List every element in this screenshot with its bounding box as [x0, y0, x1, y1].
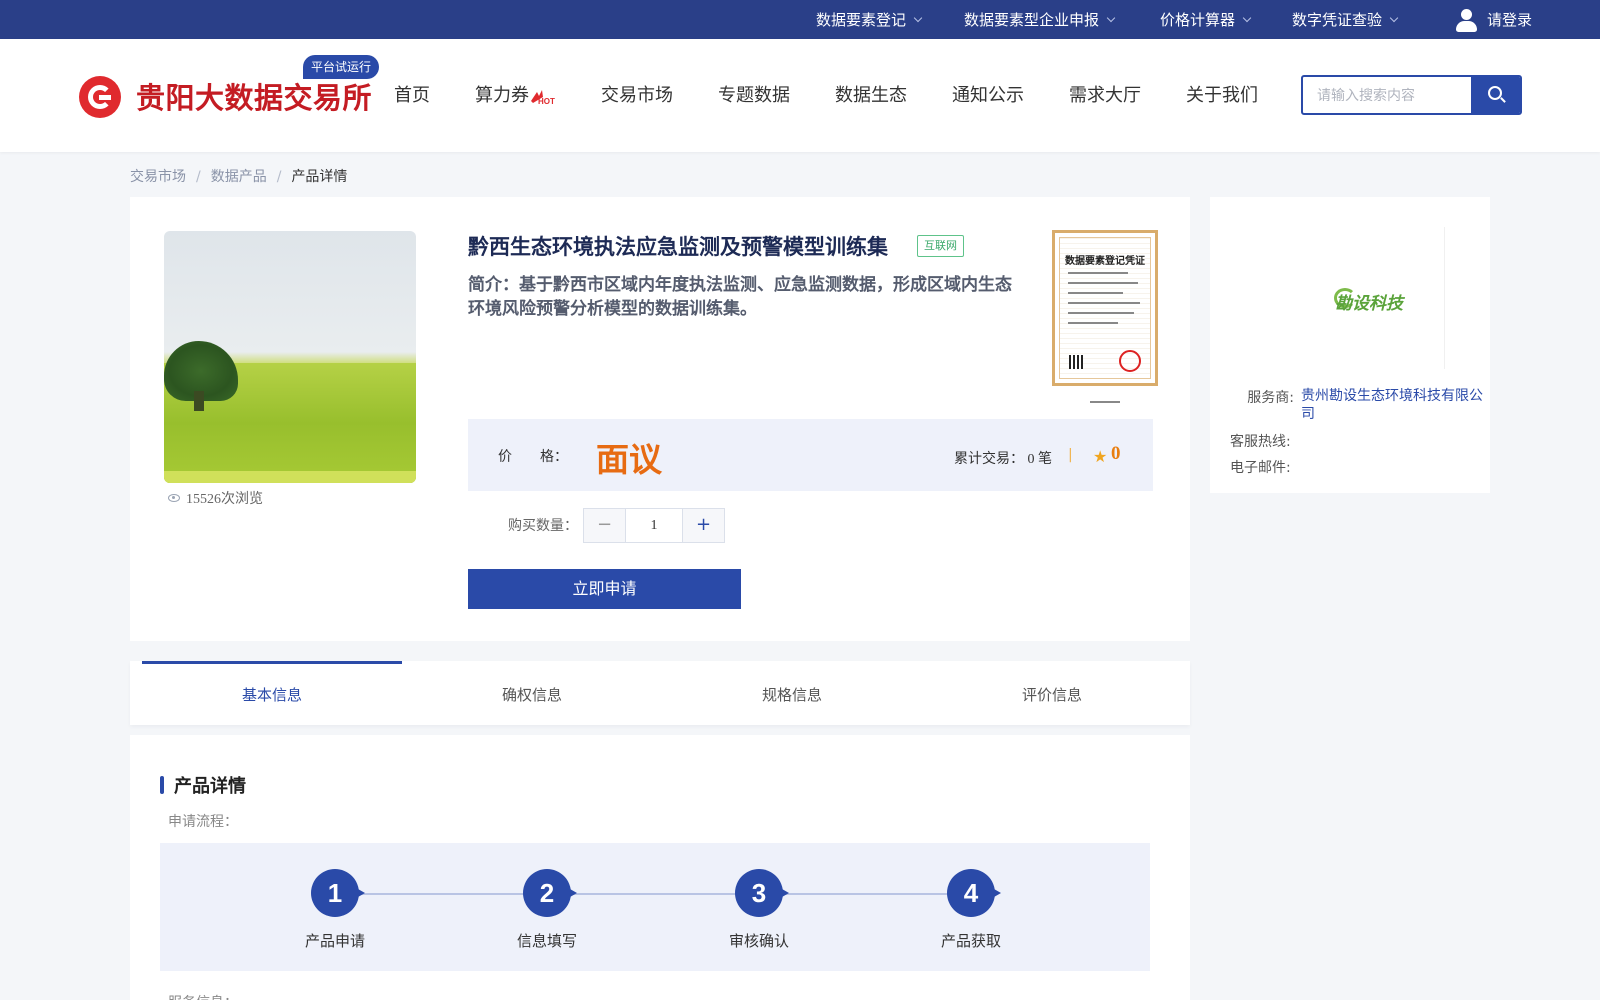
product-detail-section: 产品详情 申请流程： 1 产品申请 2 信息填写 3 审核确认 4 产品获取 服… [130, 735, 1190, 1000]
topnav-price-calculator[interactable]: 价格计算器 [1160, 0, 1252, 39]
logo-icon[interactable] [79, 76, 121, 118]
search-button[interactable] [1471, 77, 1520, 113]
chevron-down-icon [1242, 13, 1252, 22]
topnav-data-registration[interactable]: 数据要素登记 [816, 0, 923, 39]
site-logo-text[interactable]: 贵阳大数据交易所 [136, 75, 372, 117]
company-logo: 勘设科技 [1230, 227, 1445, 369]
nav-data-ecosystem[interactable]: 数据生态 [835, 39, 907, 152]
topnav-label: 价格计算器 [1160, 11, 1236, 29]
tab-spec-info[interactable]: 规格信息 [662, 661, 922, 725]
topnav-enterprise-declare[interactable]: 数据要素型企业申报 [964, 0, 1116, 39]
tab-basic-info[interactable]: 基本信息 [142, 661, 402, 725]
step-label: 审核确认 [728, 932, 789, 950]
hotline-row: 客服热线: [1230, 431, 1291, 451]
breadcrumb: 交易市场 / 数据产品 / 产品详情 [130, 169, 348, 185]
info-tabs: 基本信息 确权信息 规格信息 评价信息 [130, 661, 1190, 725]
step-number: 3 [735, 869, 789, 917]
eye-icon [168, 494, 180, 502]
section-title: 产品详情 [160, 772, 246, 798]
nav-trade-market[interactable]: 交易市场 [601, 39, 673, 152]
flow-label: 申请流程： [168, 814, 238, 830]
step-number: 4 [947, 869, 1001, 917]
beta-badge: 平台试运行 [303, 55, 380, 79]
flow-step: 1 产品申请 [275, 869, 395, 951]
tab-review-info[interactable]: 评价信息 [922, 661, 1182, 725]
product-card: 15526次浏览 黔西生态环境执法应急监测及预警模型训练集 互联网 简介：基于黔… [130, 197, 1190, 641]
trade-count: 累计交易： 0 笔 [954, 452, 1052, 467]
registration-certificate[interactable]: 数据要素登记凭证 [1052, 230, 1158, 386]
quantity-label: 购买数量： [508, 518, 578, 534]
nav-home[interactable]: 首页 [394, 39, 430, 152]
hotline-label: 客服热线: [1230, 434, 1291, 450]
increase-button[interactable]: + [683, 509, 724, 542]
breadcrumb-data-products[interactable]: 数据产品 [211, 169, 267, 185]
star-icon: ★ [1093, 447, 1108, 466]
application-flow: 1 产品申请 2 信息填写 3 审核确认 4 产品获取 [160, 843, 1150, 971]
price-value: 面议 [596, 440, 662, 479]
login-label: 请登录 [1487, 11, 1533, 29]
nav-demand-hall[interactable]: 需求大厅 [1069, 39, 1141, 152]
email-row: 电子邮件: [1230, 457, 1291, 477]
step-number: 2 [523, 869, 577, 917]
divider: | [1068, 447, 1073, 463]
search-input[interactable] [1303, 77, 1471, 113]
view-count: 15526次浏览 [168, 488, 263, 508]
product-image [164, 231, 416, 483]
quantity-stepper: − 1 + [583, 508, 725, 543]
flow-connector [335, 893, 971, 895]
price-label-a: 价 [498, 449, 512, 465]
breadcrumb-trade-market[interactable]: 交易市场 [130, 169, 186, 185]
flow-step: 2 信息填写 [487, 869, 607, 951]
top-bar: 数据要素登记 数据要素型企业申报 价格计算器 数字凭证查验 请登录 [0, 0, 1600, 39]
provider-row: 服务商: [1244, 387, 1294, 407]
chevron-down-icon [1106, 13, 1116, 22]
tab-rights-info[interactable]: 确权信息 [402, 661, 662, 725]
topnav-label: 数字凭证查验 [1292, 11, 1383, 29]
nav-notices[interactable]: 通知公示 [952, 39, 1024, 152]
rating-value: 0 [1111, 443, 1121, 464]
email-label: 电子邮件: [1230, 460, 1291, 476]
provider-name[interactable]: 贵州勘设生态环境科技有限公司 [1301, 387, 1483, 423]
price-label-b: 格： [540, 449, 568, 465]
product-intro: 简介：基于黔西市区域内年度执法监测、应急监测数据，形成区域内生态环境风险预警分析… [468, 275, 1012, 319]
step-label: 产品获取 [940, 932, 1001, 950]
flow-step: 4 产品获取 [911, 869, 1031, 951]
nav-topic-data[interactable]: 专题数据 [718, 39, 790, 152]
quantity-input[interactable]: 1 [625, 509, 683, 542]
certificate-title: 数据要素登记凭证 [1065, 256, 1145, 267]
main-header: 贵阳大数据交易所 平台试运行 首页 算力券 HOT 交易市场 专题数据 数据生态… [0, 39, 1600, 152]
hot-badge-icon: HOT [531, 90, 555, 105]
apply-now-button[interactable]: 立即申请 [468, 569, 741, 609]
hot-badge-text: HOT [538, 97, 555, 105]
price-label: 价 格： [498, 446, 568, 466]
category-tag: 互联网 [917, 235, 964, 257]
breadcrumb-current: 产品详情 [291, 169, 348, 185]
flow-step: 3 审核确认 [699, 869, 819, 951]
service-info-label: 服务信息： [168, 992, 238, 1000]
topnav-certificate-check[interactable]: 数字凭证查验 [1292, 0, 1399, 39]
product-title: 黔西生态环境执法应急监测及预警模型训练集 [468, 235, 888, 259]
step-label: 信息填写 [516, 932, 577, 950]
nav-about-us[interactable]: 关于我们 [1186, 39, 1258, 152]
divider [1090, 401, 1120, 403]
qr-code-icon [1069, 355, 1083, 369]
nav-compute-voucher[interactable]: 算力券 [475, 39, 529, 152]
chevron-down-icon [1389, 13, 1399, 22]
step-number: 1 [311, 869, 365, 917]
price-box: 价 格： 面议 累计交易： 0 笔 | ★ 0 [468, 419, 1153, 491]
topnav-label: 数据要素型企业申报 [964, 11, 1100, 29]
step-label: 产品申请 [304, 932, 365, 950]
provider-card: 勘设科技 服务商: 贵州勘设生态环境科技有限公司 客服热线: 电子邮件: [1210, 197, 1490, 493]
company-logo-text: 勘设科技 [1335, 294, 1403, 314]
chevron-down-icon [913, 13, 923, 22]
topnav-label: 数据要素登记 [816, 11, 907, 29]
search-box [1301, 75, 1522, 115]
decrease-button[interactable]: − [584, 509, 625, 542]
user-icon [1455, 7, 1477, 33]
provider-label: 服务商: [1247, 390, 1294, 406]
login-link[interactable]: 请登录 [1455, 0, 1532, 39]
view-count-text: 15526次浏览 [186, 492, 263, 507]
seal-icon [1119, 350, 1141, 372]
